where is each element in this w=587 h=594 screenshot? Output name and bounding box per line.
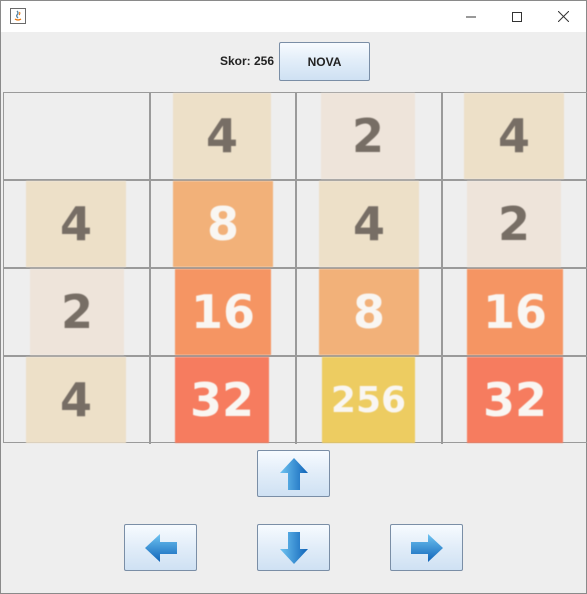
tile-r3-c2: 256 xyxy=(322,357,415,443)
tile-r2-c1: 16 xyxy=(175,269,271,355)
tile-r0-c3: 4 xyxy=(464,93,564,179)
tile-r1-c2: 4 xyxy=(319,181,419,267)
minimize-icon xyxy=(466,16,476,17)
move-up-button[interactable] xyxy=(257,450,330,497)
java-app-icon xyxy=(10,8,26,24)
close-icon xyxy=(557,11,569,22)
game-board: 4 2 4 4 8 4 2 2 16 8 16 4 32 256 32 xyxy=(3,92,587,444)
arrow-up-icon xyxy=(279,457,308,490)
tile-r1-c1: 8 xyxy=(173,181,273,267)
tile-r0-c0 xyxy=(28,93,126,179)
close-button[interactable] xyxy=(540,1,586,32)
new-game-button[interactable]: NOVA xyxy=(279,42,370,81)
tile-r1-c3: 2 xyxy=(467,181,561,267)
move-down-button[interactable] xyxy=(257,524,330,571)
move-right-button[interactable] xyxy=(390,524,463,571)
score-label: Skor: 256 xyxy=(220,54,275,68)
arrow-down-icon xyxy=(279,531,308,564)
title-bar xyxy=(1,1,586,32)
move-left-button[interactable] xyxy=(124,524,197,571)
tile-r1-c0: 4 xyxy=(26,181,126,267)
tile-r3-c0: 4 xyxy=(26,357,126,443)
game-window: Skor: 256 NOVA 4 2 4 4 8 4 2 2 16 8 16 4… xyxy=(0,0,587,594)
maximize-icon xyxy=(512,11,522,22)
arrow-right-icon xyxy=(410,533,443,562)
minimize-button[interactable] xyxy=(448,1,494,32)
tile-r2-c0: 2 xyxy=(30,269,124,355)
tile-r0-c1: 4 xyxy=(173,93,271,179)
tile-r2-c2: 8 xyxy=(319,269,419,355)
tile-r2-c3: 16 xyxy=(467,269,563,355)
maximize-button[interactable] xyxy=(494,1,540,32)
tile-r0-c2: 2 xyxy=(321,93,415,179)
tile-r3-c3: 32 xyxy=(467,357,563,443)
arrow-left-icon xyxy=(144,533,177,562)
tile-r3-c1: 32 xyxy=(175,357,269,443)
